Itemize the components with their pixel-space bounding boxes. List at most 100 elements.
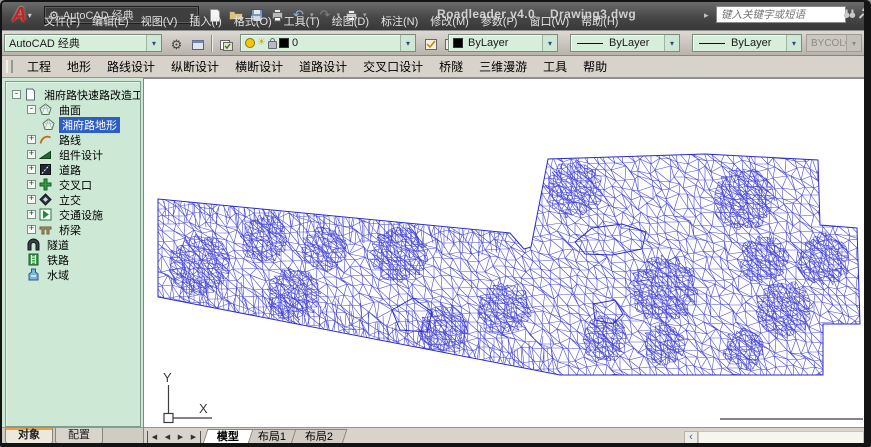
search-input[interactable] [716,6,846,23]
surface-icon [39,103,53,116]
layer-on-icon[interactable] [245,38,255,48]
layer-thaw-icon[interactable]: ☀ [257,38,266,48]
tree-item-label[interactable]: 道路 [56,162,84,178]
layer-lock-icon[interactable] [268,41,277,49]
tree-item-8[interactable]: + 交通设施 [6,207,140,222]
roadleader-menu-item-7[interactable]: 桥隧 [431,58,471,75]
menubar-item-3[interactable]: 插入(I) [183,15,227,30]
toolbar-separator [211,35,212,52]
next-layout-button[interactable]: ▶ [174,431,187,444]
roadleader-menu-item-9[interactable]: 工具 [535,58,575,75]
scroll-left-button[interactable]: ‹ [684,431,698,444]
tree-item-label[interactable]: 交通设施 [56,207,106,223]
tree-item-3[interactable]: + 路线 [6,132,140,147]
tree-item-9[interactable]: + 桥梁 [6,222,140,237]
chevron-down-icon: ▾ [28,11,32,20]
first-layout-button[interactable]: ◀ [147,431,161,444]
menubar-item-4[interactable]: 格式(O) [228,15,278,30]
tree-item-label[interactable]: 曲面 [56,102,84,118]
tree-item-label[interactable]: 水域 [44,267,72,283]
palette-tab-1[interactable]: 配置 [55,428,103,444]
expand-icon[interactable]: + [27,210,36,219]
layer-combo[interactable]: ☀ 0 ▾ [240,34,416,52]
chevron-down-icon[interactable]: ▾ [542,35,557,51]
chevron-down-icon[interactable]: ▾ [400,35,415,51]
roadleader-menu-item-10[interactable]: 帮助 [575,58,615,75]
last-layout-button[interactable]: ▶ [187,431,201,444]
tree-item-1[interactable]: - 曲面 [6,102,140,117]
roadleader-menu-item-0[interactable]: 工程 [19,58,59,75]
tunnel-icon [27,238,41,251]
drawing-area[interactable]: YX [144,78,864,427]
my-workspace-button[interactable] [187,34,208,55]
menubar-item-0[interactable]: 文件(F) [38,15,86,30]
application-menu-button[interactable]: A ▾ [3,2,41,29]
expand-icon[interactable]: + [27,135,36,144]
previous-layout-button[interactable]: ◀ [161,431,174,444]
collapse-icon[interactable]: - [12,90,21,99]
palette-tabs: 对象配置 [2,427,143,444]
tree-item-11[interactable]: 铁路 [6,252,140,267]
tree-item-label[interactable]: 交叉口 [56,177,95,193]
make-layer-current-button[interactable] [420,34,441,55]
color-combo[interactable]: ByLayer ▾ [448,34,558,52]
menubar-item-8[interactable]: 修改(M) [424,15,475,30]
menubar-item-1[interactable]: 编辑(E) [86,15,135,30]
menubar-item-10[interactable]: 窗口(W) [523,15,575,30]
menubar-item-7[interactable]: 标注(N) [375,15,424,30]
menubar-item-11[interactable]: 帮助(H) [575,15,624,30]
tree-item-5[interactable]: + 道路 [6,162,140,177]
workspace-settings-button[interactable]: ⚙ [166,34,187,55]
tree-item-label[interactable]: 桥梁 [56,222,84,238]
chevron-down-icon[interactable]: ▾ [664,35,679,51]
roadleader-menu-item-3[interactable]: 纵断设计 [163,58,227,75]
menubar-item-5[interactable]: 工具(T) [278,15,326,30]
tree-item-label[interactable]: 湘府路快速路改造工程 [41,87,141,103]
horizontal-scrollbar[interactable] [698,431,864,444]
tree-item-0[interactable]: - 湘府路快速路改造工程 [6,87,140,102]
layout-tab-label: 布局2 [305,430,333,444]
bridge-icon [39,223,53,236]
expand-icon[interactable]: + [27,165,36,174]
layer-color-swatch[interactable] [279,38,289,48]
tree-item-label[interactable]: 组件设计 [56,147,106,163]
tree-item-label[interactable]: 隧道 [44,237,72,253]
expand-icon[interactable]: + [27,180,36,189]
search-button[interactable] [843,7,856,25]
lineweight-combo[interactable]: ByLayer ▾ [692,34,802,52]
roadleader-menu-item-5[interactable]: 道路设计 [291,58,355,75]
roadleader-menu-item-6[interactable]: 交叉口设计 [355,58,431,75]
collapse-icon[interactable]: - [27,105,36,114]
roadleader-menu-item-4[interactable]: 横断设计 [227,58,291,75]
roadleader-menu-item-2[interactable]: 路线设计 [99,58,163,75]
layout-tab-0[interactable]: 模型 [203,429,254,444]
tree-item-6[interactable]: + 交叉口 [6,177,140,192]
search-arrow-icon[interactable]: ▸ [704,10,709,21]
tree-item-7[interactable]: + 立交 [6,192,140,207]
expand-icon[interactable]: + [27,195,36,204]
tree-item-4[interactable]: + 组件设计 [6,147,140,162]
settings-button[interactable] [857,7,869,25]
tree-item-label[interactable]: 立交 [56,192,84,208]
menubar-item-2[interactable]: 视图(V) [135,15,184,30]
tree-item-12[interactable]: 水域 [6,267,140,282]
expand-icon[interactable]: + [27,225,36,234]
chevron-down-icon[interactable]: ▾ [786,35,801,51]
roadleader-menu-item-1[interactable]: 地形 [59,58,99,75]
expand-icon[interactable]: + [27,150,36,159]
menubar-item-9[interactable]: 参数(P) [475,15,524,30]
linetype-combo[interactable]: ByLayer ▾ [570,34,680,52]
roadleader-menu-item-8[interactable]: 三维漫游 [471,58,535,75]
tree-item-2[interactable]: 湘府路地形 [6,117,140,132]
tree-item-label[interactable]: 路线 [56,132,84,148]
toolbar-grip[interactable] [6,60,13,73]
tree-item-label[interactable]: 湘府路地形 [59,117,120,133]
tree-item-label[interactable]: 铁路 [44,252,72,268]
layer-properties-button[interactable] [216,34,237,55]
chevron-down-icon[interactable]: ▾ [146,35,161,51]
tree-item-10[interactable]: 隧道 [6,237,140,252]
palette-tab-0[interactable]: 对象 [5,428,53,444]
menubar-item-6[interactable]: 绘图(D) [326,15,375,30]
workspace-combo[interactable]: AutoCAD 经典 ▾ [4,34,162,52]
layout-tab-2[interactable]: 布局2 [291,429,348,444]
